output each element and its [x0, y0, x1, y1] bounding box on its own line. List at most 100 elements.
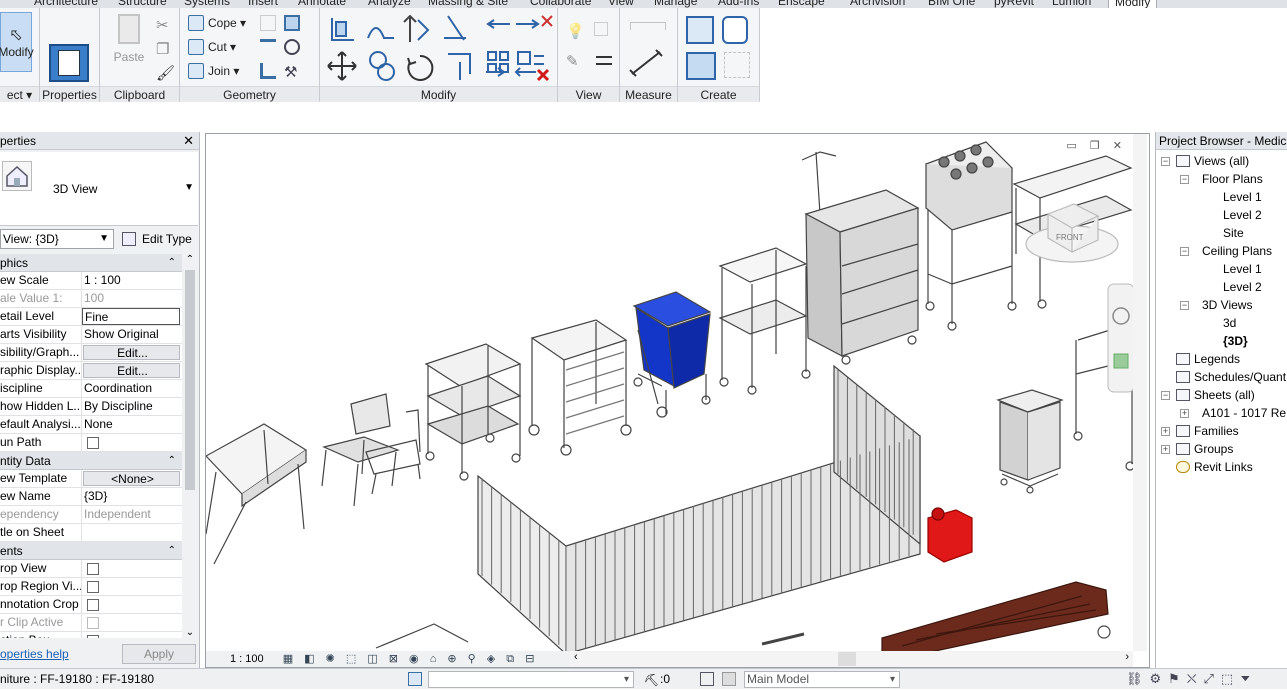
row-detail-level[interactable]: etail Level Fine — [0, 308, 182, 326]
expand-toggle[interactable]: + — [1161, 445, 1170, 454]
project-browser-title[interactable]: Project Browser - Medical — [1156, 132, 1287, 150]
menu-tab-manage[interactable]: Manage — [654, 0, 697, 8]
sun-path-checkbox[interactable] — [87, 437, 99, 449]
expand-toggle[interactable]: − — [1180, 247, 1189, 256]
scroll-up-icon[interactable]: ⌃ — [183, 254, 197, 265]
menu-tab-annotate[interactable]: Annotate — [298, 0, 346, 8]
tree-families[interactable]: Families — [1176, 422, 1239, 440]
bottle-holder-stand[interactable] — [924, 141, 1017, 331]
row-show-hidden-lines[interactable]: how Hidden L... By Discipline — [0, 398, 182, 416]
row-section-box[interactable]: ction Box — [0, 632, 182, 638]
properties-button[interactable] — [49, 44, 89, 82]
tray-cart[interactable] — [528, 319, 632, 456]
medical-cabinet[interactable] — [801, 151, 920, 365]
menu-tab-archvision[interactable]: Archvision — [850, 0, 905, 8]
view-control-icons[interactable]: ▦ ◧ ✺ ⬚ ◫ ⊠ ◉ ⌂ ⊕ ⚲ ◈ ⧉ ⊟ — [283, 653, 539, 665]
tree-ceiling-level-1[interactable]: Level 1 — [1223, 260, 1262, 278]
3d-model-scene[interactable]: FRONT — [206, 134, 1150, 653]
menu-tab-architecture[interactable]: Architecture — [34, 0, 98, 8]
create-assembly-icon[interactable] — [686, 16, 714, 44]
workset-dropdown[interactable]: ▾ — [428, 671, 634, 688]
row-crop-view[interactable]: rop View — [0, 560, 182, 578]
3d-viewport[interactable]: FRONT ▭ ❐ ✕ ‹ › 1 : 100 ▦ ◧ ✺ ⬚ ◫ ⊠ ◉ ⌂ … — [205, 133, 1150, 668]
view-control-bar[interactable]: 1 : 100 ▦ ◧ ✺ ⬚ ◫ ⊠ ◉ ⌂ ⊕ ⚲ ◈ ⧉ ⊟ — [206, 651, 570, 667]
tree-site[interactable]: Site — [1223, 224, 1244, 242]
properties-scrollbar[interactable]: ⌃ ⌄ — [183, 254, 197, 638]
viewport-window-controls[interactable]: ▭ ❐ ✕ — [1066, 139, 1127, 152]
design-options-icon[interactable] — [700, 672, 714, 686]
row-sun-path[interactable]: un Path — [0, 434, 182, 452]
tree-default-3d-view[interactable]: {3D} — [1223, 332, 1248, 350]
cut-button[interactable]: Cut ▾ — [188, 39, 236, 55]
menu-tab-modify[interactable]: Modify — [1108, 0, 1158, 8]
tree-legends[interactable]: Legends — [1176, 350, 1240, 368]
blue-waste-bin[interactable] — [632, 291, 712, 418]
create-parts-icon[interactable] — [686, 52, 716, 80]
row-annotation-crop[interactable]: nnotation Crop — [0, 596, 182, 614]
scroll-down-icon[interactable]: ⌄ — [183, 627, 197, 638]
selection-filter-icons[interactable]: ⛓⚙⚑⛌⤢⬚⏷ — [1126, 669, 1258, 689]
split-face-icon[interactable] — [260, 15, 276, 31]
h-scroll-thumb[interactable] — [838, 652, 856, 666]
instrument-trolley[interactable] — [718, 247, 811, 395]
expand-toggle[interactable]: − — [1161, 391, 1170, 400]
row-view-name[interactable]: ew Name {3D} — [0, 488, 182, 506]
section-graphics[interactable]: phics ⌃ — [0, 254, 182, 272]
annotation-crop-checkbox[interactable] — [87, 599, 99, 611]
menu-tab-bim-one[interactable]: BIM One — [928, 0, 975, 8]
viewport-horizontal-scrollbar[interactable]: ‹ › — [570, 651, 1133, 667]
edit-vg-button[interactable]: Edit... — [83, 345, 180, 360]
tree-schedules[interactable]: Schedules/Quant — [1176, 368, 1286, 386]
section-identity-data[interactable]: ntity Data ⌃ — [0, 452, 182, 470]
tree-floor-plan-level-1[interactable]: Level 1 — [1223, 188, 1262, 206]
modify-button[interactable]: ⬁ Modify — [0, 12, 34, 72]
menu-tab-lumion[interactable]: Lumion — [1052, 0, 1091, 8]
row-crop-region-visible[interactable]: rop Region Vi... — [0, 578, 182, 596]
tree-floor-plans[interactable]: Floor Plans — [1202, 170, 1263, 188]
match-type-icon[interactable]: 🖌 — [156, 64, 176, 84]
copy-icon[interactable]: ❐ — [156, 40, 176, 60]
tree-3d-view[interactable]: 3d — [1223, 314, 1236, 332]
chairs[interactable] — [321, 393, 421, 507]
cut-scissors-icon[interactable]: ✂ — [156, 16, 176, 36]
menu-tab-analyze[interactable]: Analyze — [368, 0, 411, 8]
tree-sheets[interactable]: Sheets (all) — [1176, 386, 1255, 404]
row-view-template[interactable]: ew Template <None> — [0, 470, 182, 488]
modify-tools-icons[interactable] — [320, 8, 558, 84]
menu-tab-collaborate[interactable]: Collaborate — [530, 0, 591, 8]
viewcube-face-label[interactable]: FRONT — [1056, 233, 1084, 242]
tree-groups[interactable]: Groups — [1176, 440, 1233, 458]
tree-revit-links[interactable]: Revit Links — [1176, 458, 1253, 476]
menu-tab-add-ins[interactable]: Add-Ins — [718, 0, 759, 8]
tree-ceiling-level-2[interactable]: Level 2 — [1223, 278, 1262, 296]
design-options-icon-2[interactable] — [722, 672, 736, 686]
pedal-bin[interactable] — [996, 389, 1064, 494]
demolish-icon[interactable] — [284, 39, 300, 55]
properties-header[interactable]: perties ✕ — [0, 132, 199, 150]
menu-tab-massing-site[interactable]: Massing & Site — [428, 0, 508, 8]
create-group-icon[interactable] — [724, 52, 750, 78]
close-icon[interactable]: ✕ — [183, 132, 194, 150]
red-fuel-can[interactable] — [927, 507, 973, 563]
row-parts-visibility[interactable]: arts Visibility Show Original — [0, 326, 182, 344]
paste-button[interactable]: Paste — [112, 14, 146, 74]
row-title-on-sheet[interactable]: tle on Sheet — [0, 524, 182, 542]
edit-graphic-display-button[interactable]: Edit... — [83, 363, 180, 378]
viewport-vertical-scrollbar[interactable] — [1133, 134, 1147, 651]
tree-3d-views[interactable]: 3D Views — [1202, 296, 1252, 314]
editable-only-icon[interactable]: ⛏ — [644, 670, 659, 690]
apply-button[interactable]: Apply — [122, 644, 196, 664]
hide-icon[interactable] — [594, 22, 608, 36]
wooden-bench[interactable] — [881, 581, 1111, 653]
workset-icon[interactable] — [408, 672, 422, 686]
menu-tab-systems[interactable]: Systems — [184, 0, 230, 8]
menu-tab-enscape[interactable]: Enscape — [778, 0, 825, 8]
navigation-bar[interactable] — [1107, 283, 1135, 393]
folding-table[interactable] — [206, 423, 308, 565]
view-instance-dropdown[interactable]: View: {3D} ▼ — [0, 229, 114, 249]
measure-icon[interactable] — [630, 22, 666, 30]
paint-icon[interactable] — [284, 15, 300, 31]
pencil-icon[interactable]: ✎ — [566, 52, 586, 72]
chevron-down-icon[interactable]: ▼ — [184, 182, 194, 193]
crop-region-checkbox[interactable] — [87, 581, 99, 593]
